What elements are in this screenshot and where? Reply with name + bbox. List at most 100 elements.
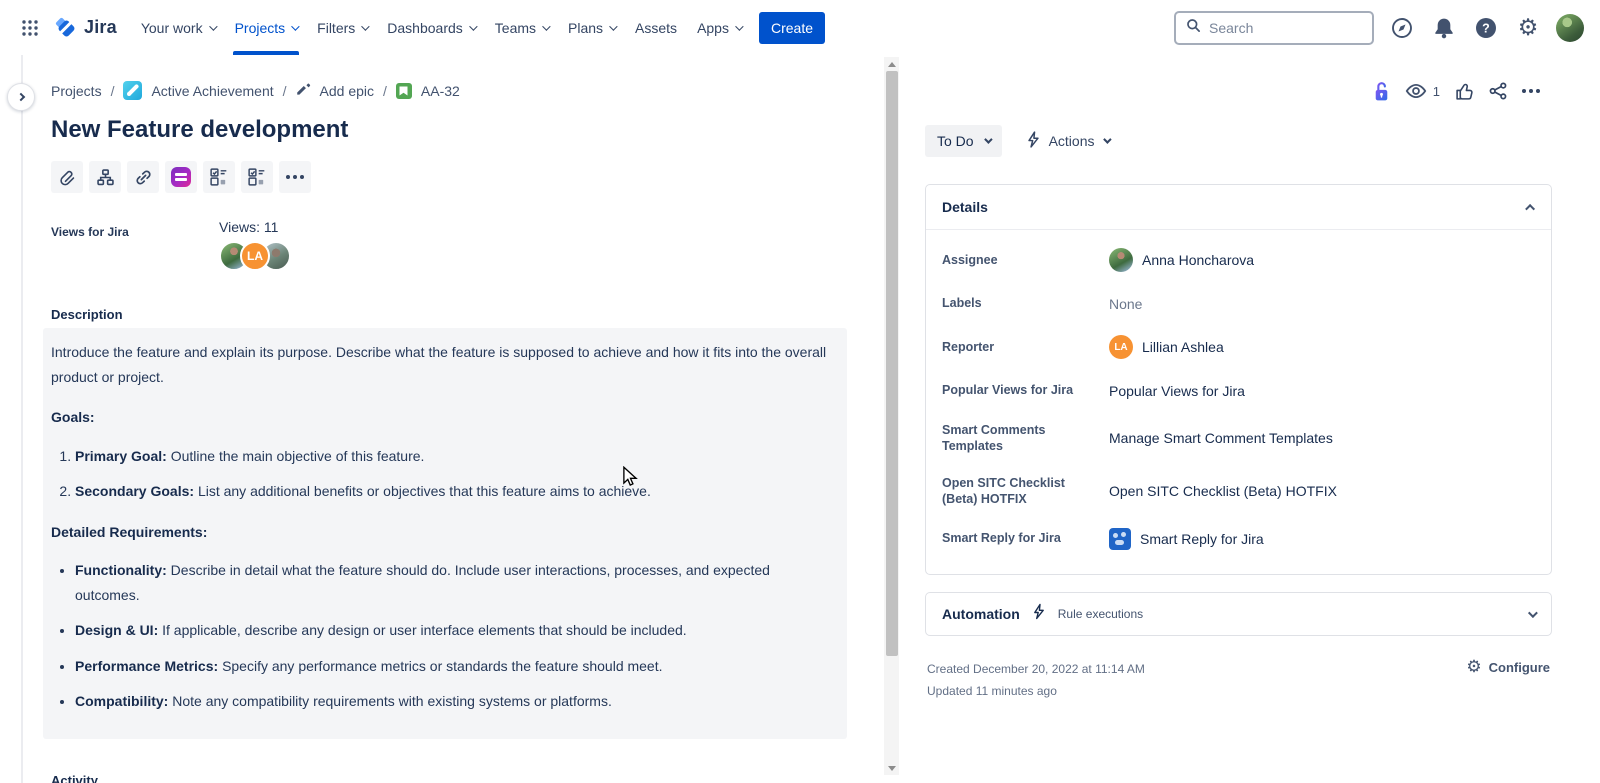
chevron-down-icon [609, 22, 617, 30]
checklist-button-2[interactable] [241, 161, 273, 193]
jira-logo-icon [54, 16, 78, 40]
help-icon[interactable]: ? [1472, 14, 1500, 42]
breadcrumb-add-epic[interactable]: Add epic [320, 83, 374, 99]
chevron-down-icon [735, 22, 743, 30]
breadcrumb-separator: / [111, 83, 115, 99]
actions-label: Actions [1049, 133, 1095, 149]
checklist-button[interactable] [203, 161, 235, 193]
field-value[interactable]: Manage Smart Comment Templates [1109, 430, 1535, 446]
issue-dates: Created December 20, 2022 at 11:14 AM Up… [927, 658, 1145, 702]
field-label: Smart Reply for Jira [942, 530, 1109, 546]
field-reporter: Reporter LA Lillian Ashlea [942, 325, 1535, 369]
svg-text:?: ? [1482, 21, 1490, 35]
description-field[interactable]: Introduce the feature and explain its pu… [43, 328, 847, 739]
viewer-avatar[interactable]: LA [240, 241, 270, 271]
search-box[interactable] [1174, 11, 1374, 45]
share-icon[interactable] [1489, 82, 1507, 100]
chevron-down-icon [291, 22, 299, 30]
app-badge-button[interactable] [165, 161, 197, 193]
reporter-avatar: LA [1109, 335, 1133, 359]
nav-projects[interactable]: Projects [225, 0, 308, 55]
automation-panel: Automation Rule executions [925, 592, 1552, 636]
chevron-down-icon [984, 135, 992, 143]
main-scrollbar[interactable] [884, 57, 899, 775]
issue-title[interactable]: New Feature development [51, 116, 856, 144]
gear-icon: ⚙ [1466, 658, 1481, 675]
pencil-icon [296, 82, 311, 100]
status-dropdown[interactable]: To Do [925, 125, 1002, 157]
field-value[interactable]: None [1109, 296, 1535, 312]
created-date: Created December 20, 2022 at 11:14 AM [927, 658, 1145, 680]
issue-side-panel: 1 To Do [899, 55, 1600, 783]
description-heading: Description [51, 307, 856, 322]
field-value[interactable]: Popular Views for Jira [1109, 383, 1535, 399]
field-value[interactable]: Anna Honcharova [1109, 248, 1535, 272]
attach-button[interactable] [51, 161, 83, 193]
nav-filters[interactable]: Filters [307, 0, 377, 55]
requirement-item: Compatibility: Note any compatibility re… [75, 689, 837, 714]
like-icon[interactable] [1455, 82, 1474, 101]
field-value[interactable]: Smart Reply for Jira [1109, 528, 1535, 550]
primary-nav: Your work Projects Filters Dashboards Te… [131, 0, 825, 55]
add-child-issue-button[interactable] [89, 161, 121, 193]
discover-icon[interactable] [1388, 14, 1416, 42]
scroll-up-arrow[interactable] [884, 57, 899, 71]
issue-toolbar [51, 161, 856, 193]
nav-label: Filters [317, 20, 355, 36]
chevron-down-icon [542, 22, 550, 30]
field-labels: Labels None [942, 282, 1535, 325]
details-panel-header[interactable]: Details [926, 185, 1551, 229]
automation-panel-header[interactable]: Automation Rule executions [926, 593, 1551, 635]
goal-item: Secondary Goals: List any additional ben… [75, 479, 837, 504]
scroll-down-arrow[interactable] [884, 761, 899, 775]
breadcrumb-projects[interactable]: Projects [51, 83, 102, 99]
nav-label: Your work [141, 20, 203, 36]
search-input[interactable] [1209, 20, 1349, 36]
views-panel-content: Views: 11 LA [219, 219, 282, 271]
requirements-heading: Detailed Requirements: [51, 520, 837, 545]
watch-group[interactable]: 1 [1405, 82, 1440, 100]
nav-dashboards[interactable]: Dashboards [377, 0, 485, 55]
configure-button[interactable]: ⚙ Configure [1466, 658, 1550, 702]
notifications-icon[interactable] [1430, 14, 1458, 42]
field-value[interactable]: Open SITC Checklist (Beta) HOTFIX [1109, 483, 1535, 499]
topnav-right: ? ⚙ [1174, 11, 1584, 45]
jira-logo[interactable]: Jira [46, 16, 131, 40]
actions-dropdown[interactable]: Actions [1026, 131, 1109, 151]
updated-date: Updated 11 minutes ago [927, 680, 1145, 702]
issue-meta-row: Created December 20, 2022 at 11:14 AM Up… [925, 658, 1552, 702]
expand-sidebar-button[interactable] [7, 83, 35, 111]
nav-apps[interactable]: Apps [687, 0, 751, 55]
field-label: Smart Comments Templates [942, 422, 1109, 455]
chevron-down-icon [469, 22, 477, 30]
more-actions-button[interactable] [279, 161, 311, 193]
breadcrumb: Projects / Active Achievement / Add epic… [51, 81, 856, 100]
nav-label: Assets [635, 20, 677, 36]
scrollbar-thumb[interactable] [886, 71, 898, 656]
link-button[interactable] [127, 161, 159, 193]
lock-open-icon[interactable] [1373, 81, 1390, 102]
nav-assets[interactable]: Assets [625, 0, 687, 55]
bolt-icon [1032, 603, 1046, 625]
more-icon[interactable] [1522, 89, 1540, 93]
description-intro: Introduce the feature and explain its pu… [51, 340, 837, 389]
requirement-item: Performance Metrics: Specify any perform… [75, 654, 837, 679]
create-button[interactable]: Create [759, 12, 825, 44]
status-label: To Do [937, 133, 974, 149]
views-for-jira-row: Views for Jira Views: 11 LA [51, 219, 856, 271]
nav-plans[interactable]: Plans [558, 0, 625, 55]
breadcrumb-project[interactable]: Active Achievement [151, 83, 273, 99]
chevron-down-icon [1103, 135, 1111, 143]
details-panel-body: Assignee Anna Honcharova Labels None Rep… [926, 229, 1551, 574]
breadcrumb-issue-key[interactable]: AA-32 [421, 83, 460, 99]
settings-icon[interactable]: ⚙ [1514, 14, 1542, 42]
user-avatar[interactable] [1556, 14, 1584, 42]
views-count: Views: 11 [219, 219, 282, 235]
watchers-count: 1 [1433, 84, 1440, 99]
nav-teams[interactable]: Teams [485, 0, 558, 55]
nav-your-work[interactable]: Your work [131, 0, 225, 55]
views-panel-label: Views for Jira [51, 219, 219, 239]
app-switcher-icon[interactable] [14, 12, 46, 44]
field-value[interactable]: LA Lillian Ashlea [1109, 335, 1535, 359]
goal-item: Primary Goal: Outline the main objective… [75, 444, 837, 469]
